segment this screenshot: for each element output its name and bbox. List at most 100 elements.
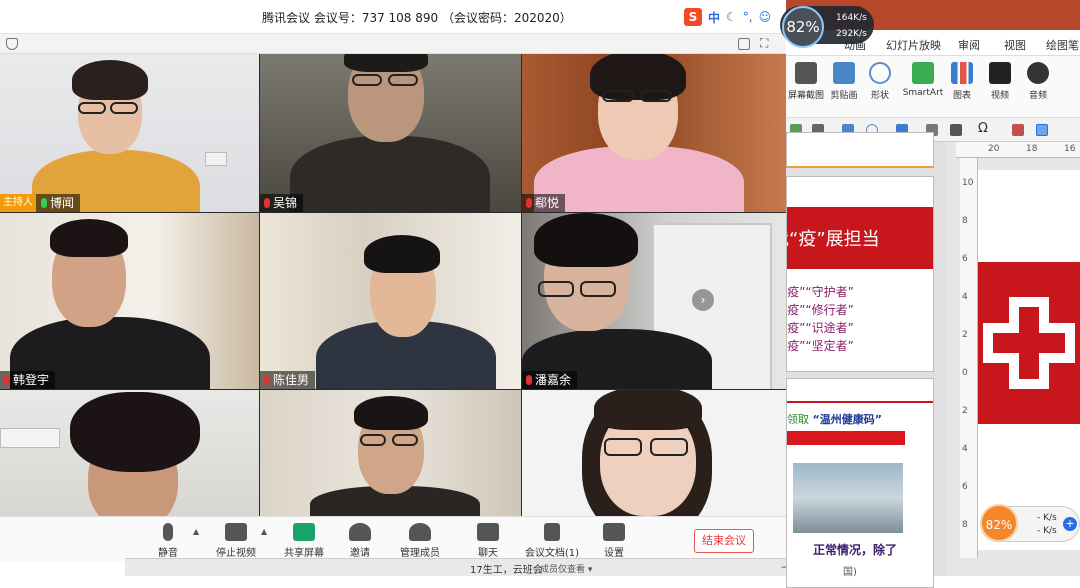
ruler-mark: 18 [1026, 144, 1038, 154]
chart-button[interactable]: 图表 [942, 62, 982, 101]
meeting-status-bar: 17生工，云班会 成员仅查看 ▾ — ☐ ✕ [125, 558, 885, 576]
slide-thumbnail[interactable] [786, 132, 934, 168]
video-tile[interactable]: 吴锦 [260, 54, 521, 212]
stop-video-button[interactable]: 停止视频 [208, 523, 264, 559]
meeting-name: 17生工，云班会 [470, 565, 543, 576]
invite-button[interactable]: 邀请 [332, 523, 388, 559]
moon-icon[interactable]: ☾ [726, 10, 737, 24]
slide-banner: 领取 “温州健康码” [787, 411, 882, 427]
slide-line: “疫”“识途者” [786, 321, 854, 335]
share-screen-button[interactable]: 共享屏幕 [276, 523, 332, 559]
layout-icon[interactable] [738, 38, 750, 50]
punctuation-icon[interactable]: °, [743, 10, 753, 24]
ime-mode-label[interactable]: 中 [708, 9, 720, 26]
next-page-button[interactable]: › [692, 289, 714, 311]
members-icon [409, 523, 431, 541]
shapes-button[interactable]: 形状 [860, 62, 900, 101]
shapes-icon [869, 62, 891, 84]
view-mode-dropdown[interactable]: 成员仅查看 ▾ [540, 562, 592, 575]
horizontal-ruler: 20 18 16 [956, 142, 1080, 158]
participant-name: 潘嘉余 [535, 373, 572, 387]
audio-label: 音频 [1028, 91, 1047, 101]
object-icon[interactable] [1012, 124, 1024, 136]
video-tile[interactable] [260, 390, 521, 516]
video-label: 视频 [990, 91, 1009, 101]
upload-speed: 164K/s [836, 13, 867, 23]
mute-options-caret-icon[interactable]: ▲ [193, 527, 199, 536]
slide-thumbnail[interactable]: 我“疫”展担当 “疫”“守护者” “疫”“修行者” “疫”“识途者” “疫”“坚… [786, 176, 934, 372]
participant-name-tag: 主持人 博闻 [0, 194, 81, 212]
participant-name: 吴锦 [273, 196, 298, 210]
tab-review[interactable]: 审阅 [958, 37, 980, 53]
camera-icon [225, 523, 247, 541]
fullscreen-icon[interactable]: ⛶ [760, 36, 768, 51]
tab-view[interactable]: 视图 [1004, 37, 1026, 53]
slide-line: “疫”“守护者” [786, 285, 854, 299]
medical-cross-icon [983, 297, 1075, 389]
video-tile[interactable]: 韩登宇 [0, 213, 259, 389]
slide-line: “疫”“坚定者” [786, 339, 854, 353]
video-tile[interactable]: 主持人 博闻 [0, 54, 259, 212]
slide-caption: 正常情况，除了 [813, 543, 898, 557]
mute-button[interactable]: 静音 [140, 523, 196, 559]
ruler-mark: 8 [962, 216, 968, 226]
video-tile[interactable] [0, 390, 259, 516]
meeting-sub-bar: ⛶ [0, 34, 790, 54]
smartart-button[interactable]: SmartArt [900, 62, 946, 98]
video-options-caret-icon[interactable]: ▲ [261, 527, 267, 536]
video-tile[interactable]: › 潘嘉余 [522, 213, 786, 389]
tab-slideshow[interactable]: 幻灯片放映 [886, 37, 941, 53]
video-tile[interactable]: 郗悦 [522, 54, 786, 212]
smartart-icon [912, 62, 934, 84]
cpu-usage-circle[interactable]: 82% [782, 6, 824, 48]
ruler-mark: 4 [962, 292, 968, 302]
chat-button[interactable]: 聊天 [460, 523, 516, 559]
sogou-ime-toolbar[interactable]: S 中 ☾ °, ☺ [684, 7, 780, 27]
slide-thumbnail[interactable]: 领取 “温州健康码” 正常情况，除了 国) [786, 378, 934, 588]
download-speed: 292K/s [836, 29, 867, 39]
participant-name-tag: 韩登宇 [0, 371, 56, 389]
meeting-docs-button[interactable]: 会议文档(1) [524, 523, 580, 559]
video-tile[interactable] [522, 390, 786, 516]
sogou-logo-icon: S [684, 8, 702, 26]
settings-grid-icon [603, 523, 625, 541]
meeting-toolbar: 静音 ▲ 停止视频 ▲ 共享屏幕 邀请 管理成员(51) 聊天 会议文档(1) … [0, 516, 786, 570]
ruler-mark: 2 [962, 406, 968, 416]
ruler-mark: 8 [962, 520, 968, 530]
participant-name-tag: 吴锦 [260, 194, 304, 212]
audio-button[interactable]: 音频 [1018, 62, 1058, 101]
screenshot-button[interactable]: 屏幕截图 [786, 62, 826, 101]
emoji-icon[interactable]: ☺ [759, 10, 772, 24]
tab-drawing-pen[interactable]: 绘图笔 [1046, 37, 1079, 53]
ruler-mark: 10 [962, 178, 974, 188]
microphone-icon [163, 523, 173, 541]
header-footer-icon[interactable] [950, 124, 962, 136]
document-icon [544, 523, 560, 541]
download-speed: - K/s [1037, 526, 1057, 536]
selected-tool-icon[interactable] [1036, 124, 1048, 136]
participant-name: 郗悦 [535, 196, 560, 210]
participant-name-tag: 郗悦 [522, 194, 566, 212]
video-tile[interactable]: 陈佳男 [260, 213, 521, 389]
add-user-icon [349, 523, 371, 541]
end-meeting-button[interactable]: 结束会议 [694, 529, 754, 553]
speaker-icon [1027, 62, 1049, 84]
mic-muted-icon [526, 375, 532, 385]
settings-button[interactable]: 设置 [586, 523, 642, 559]
smartart-label: SmartArt [902, 88, 944, 98]
slide-banner-title: “温州健康码” [812, 413, 882, 426]
add-icon[interactable]: + [1063, 517, 1077, 531]
bottom-usage-circle[interactable]: 82% [980, 504, 1018, 542]
chart-label: 图表 [952, 91, 971, 101]
upload-speed: - K/s [1037, 513, 1057, 523]
mic-muted-icon [526, 198, 532, 208]
ruler-mark: 2 [962, 330, 968, 340]
video-button[interactable]: 视频 [980, 62, 1020, 101]
clipart-button[interactable]: 剪贴画 [824, 62, 864, 101]
symbol-icon[interactable]: Ω [978, 121, 988, 136]
host-badge: 主持人 [0, 194, 36, 212]
ruler-mark: 6 [962, 254, 968, 264]
mic-muted-icon [264, 198, 270, 208]
participant-name: 陈佳男 [273, 373, 310, 387]
mic-muted-icon [4, 375, 10, 385]
